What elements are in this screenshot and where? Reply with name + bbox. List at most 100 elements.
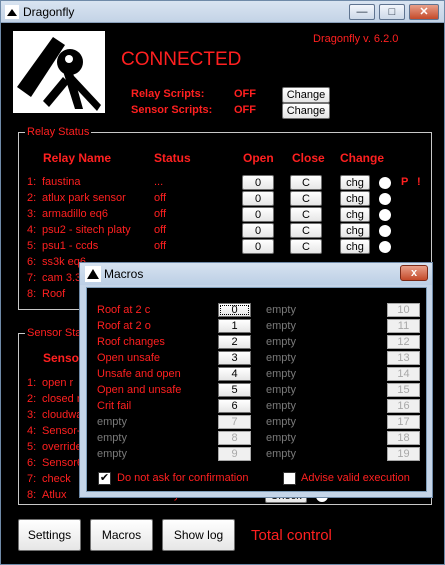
sensor-num: 3: — [27, 409, 37, 421]
relay-status-title: Relay Status — [25, 126, 92, 138]
macro-name: empty — [266, 336, 296, 348]
macro-run-button[interactable]: 18 — [387, 431, 420, 445]
macro-run-button[interactable]: 11 — [387, 319, 420, 333]
advise-label: Advise valid execution — [301, 472, 410, 484]
show-log-button[interactable]: Show log — [162, 519, 235, 551]
macro-run-button[interactable]: 8 — [218, 431, 251, 445]
macro-name: empty — [266, 320, 296, 332]
relay-change-header: Change — [340, 151, 385, 165]
relay-change-button[interactable]: chg — [340, 175, 370, 190]
macro-run-button[interactable]: 5 — [218, 383, 251, 397]
macro-run-button[interactable]: 19 — [387, 447, 420, 461]
sensor-scripts-label: Sensor Scripts: — [131, 104, 213, 116]
relay-num: 2: — [27, 192, 37, 204]
macro-run-button[interactable]: 1 — [218, 319, 251, 333]
macro-name: empty — [97, 432, 127, 444]
relay-num: 8: — [27, 288, 37, 300]
minimize-button[interactable]: — — [349, 4, 375, 20]
dragonfly-logo — [13, 31, 105, 113]
relay-indicator-icon — [379, 193, 391, 205]
relay-flag-alert: ! — [417, 176, 421, 188]
macro-run-button[interactable]: 10 — [387, 303, 420, 317]
main-window: Dragonfly — □ ✕ Dragonfly v. 6.2.0 CONNE… — [0, 0, 445, 565]
relay-close-button[interactable]: C — [290, 207, 322, 222]
sensor-name: cloudwa — [42, 409, 83, 421]
window-title: Dragonfly — [23, 5, 75, 19]
sensor-scripts-change-button[interactable]: Change — [282, 103, 330, 119]
macros-close-button[interactable]: x — [400, 265, 428, 281]
relay-name-header: Relay Name — [43, 151, 112, 165]
macros-body: Roof at 2 c 0 Roof at 2 o 1 Roof changes… — [86, 287, 427, 492]
macro-run-button[interactable]: 6 — [218, 399, 251, 413]
macro-name: Roof at 2 c — [97, 304, 151, 316]
settings-button[interactable]: Settings — [18, 519, 81, 551]
relay-scripts-value: OFF — [234, 88, 256, 100]
total-control-label: Total control — [251, 527, 332, 544]
relay-close-button[interactable]: C — [290, 175, 322, 190]
relay-status: off — [154, 208, 167, 220]
relay-status-header: Status — [154, 151, 191, 165]
sensor-name: check — [42, 473, 71, 485]
relay-close-header: Close — [292, 151, 325, 165]
macros-button[interactable]: Macros — [90, 519, 153, 551]
close-button[interactable]: ✕ — [409, 4, 439, 20]
relay-name: atlux park sensor — [42, 192, 126, 204]
macro-name: empty — [266, 368, 296, 380]
maximize-button[interactable]: □ — [379, 4, 405, 20]
relay-status: off — [154, 224, 167, 236]
relay-name: psu1 - ccds — [42, 240, 99, 252]
macro-run-button[interactable]: 17 — [387, 415, 420, 429]
macro-name: empty — [266, 432, 296, 444]
relay-name: faustina — [42, 176, 81, 188]
macro-name: Crit fail — [97, 400, 132, 412]
macro-run-button[interactable]: 7 — [218, 415, 251, 429]
macro-run-button[interactable]: 14 — [387, 367, 420, 381]
relay-change-button[interactable]: chg — [340, 223, 370, 238]
macro-run-button[interactable]: 2 — [218, 335, 251, 349]
relay-change-button[interactable]: chg — [340, 207, 370, 222]
macro-name: Open unsafe — [97, 352, 160, 364]
macros-title: Macros — [104, 267, 144, 281]
sensor-scripts-value: OFF — [234, 104, 256, 116]
macro-run-button[interactable]: 16 — [387, 399, 420, 413]
sensor-name: Atlux — [42, 489, 67, 501]
macro-run-button[interactable]: 0 — [218, 303, 251, 317]
relay-change-button[interactable]: chg — [340, 239, 370, 254]
relay-scripts-label: Relay Scripts: — [131, 88, 205, 100]
relay-name: cam 3.3 — [42, 272, 82, 284]
relay-open-button[interactable]: 0 — [242, 239, 274, 254]
relay-close-button[interactable]: C — [290, 191, 322, 206]
relay-num: 4: — [27, 224, 37, 236]
relay-num: 3: — [27, 208, 37, 220]
macro-run-button[interactable]: 12 — [387, 335, 420, 349]
relay-indicator-icon — [379, 177, 391, 189]
relay-name: Roof — [42, 288, 66, 300]
macro-run-button[interactable]: 9 — [218, 447, 251, 461]
sensor-name: Sensor6 — [42, 457, 83, 469]
sensor-num: 7: — [27, 473, 37, 485]
relay-indicator-icon — [379, 225, 391, 237]
sensor-status-title: Sensor Sta — [25, 327, 84, 339]
sensor-num: 2: — [27, 393, 37, 405]
version-label: Dragonfly v. 6.2.0 — [313, 33, 399, 45]
relay-close-button[interactable]: C — [290, 223, 322, 238]
relay-change-button[interactable]: chg — [340, 191, 370, 206]
relay-open-button[interactable]: 0 — [242, 191, 274, 206]
sensor-num: 8: — [27, 489, 37, 501]
sensor-num: 6: — [27, 457, 37, 469]
relay-scripts-change-button[interactable]: Change — [282, 87, 330, 103]
macro-name: empty — [97, 416, 127, 428]
macro-run-button[interactable]: 3 — [218, 351, 251, 365]
sensor-name: open r — [42, 377, 74, 389]
relay-open-button[interactable]: 0 — [242, 223, 274, 238]
macro-run-button[interactable]: 4 — [218, 367, 251, 381]
macro-run-button[interactable]: 15 — [387, 383, 420, 397]
macro-name: Roof changes — [97, 336, 165, 348]
relay-open-button[interactable]: 0 — [242, 207, 274, 222]
advise-checkbox[interactable] — [283, 472, 296, 485]
relay-close-button[interactable]: C — [290, 239, 322, 254]
connection-status: CONNECTED — [121, 49, 242, 70]
macro-run-button[interactable]: 13 — [387, 351, 420, 365]
relay-open-button[interactable]: 0 — [242, 175, 274, 190]
no-confirm-checkbox[interactable]: ✔ — [98, 472, 111, 485]
